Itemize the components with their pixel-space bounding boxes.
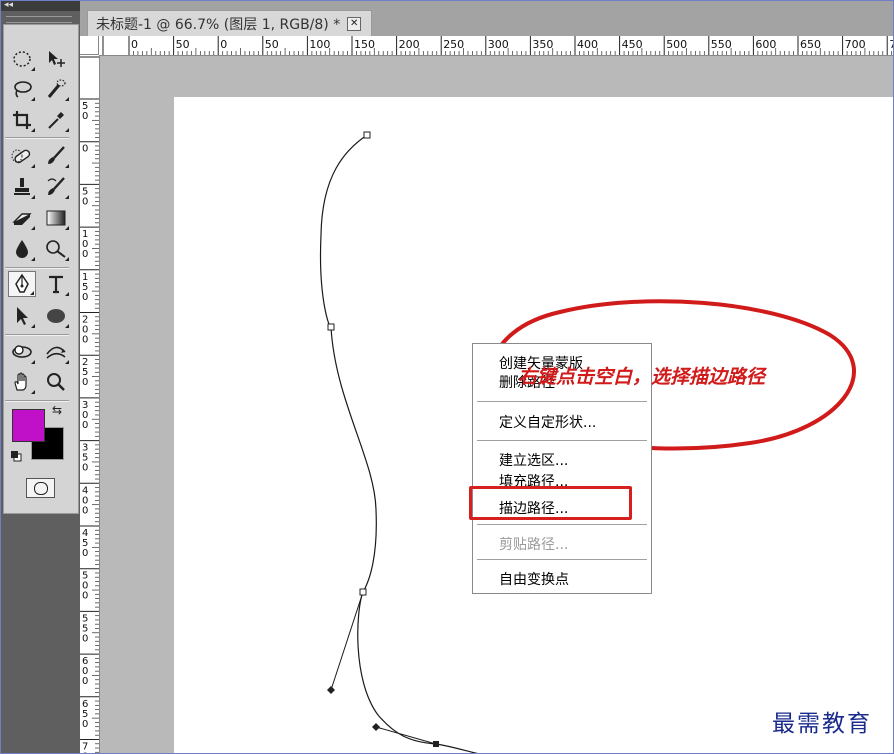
ruler-label: 0 bbox=[82, 676, 88, 687]
ruler-label: 0 bbox=[82, 505, 88, 516]
move-tool[interactable] bbox=[42, 46, 70, 72]
eyedropper-tool[interactable] bbox=[42, 107, 70, 133]
ruler-label: 650 bbox=[800, 38, 821, 51]
stroke-path-highlight bbox=[469, 486, 632, 520]
3d-orbit-tool[interactable] bbox=[42, 339, 70, 365]
eraser-tool[interactable] bbox=[8, 205, 36, 231]
ruler-label: 0 bbox=[82, 292, 88, 303]
ruler-label: 350 bbox=[532, 38, 553, 51]
gradient-tool[interactable] bbox=[42, 205, 70, 231]
blur-tool[interactable] bbox=[8, 236, 36, 262]
ruler-label: 600 bbox=[755, 38, 776, 51]
hand-tool[interactable] bbox=[8, 369, 36, 395]
menu-separator bbox=[477, 401, 647, 402]
ruler-label: 700 bbox=[845, 38, 866, 51]
zoom-tool[interactable] bbox=[42, 369, 70, 395]
ruler-label: 150 bbox=[354, 38, 375, 51]
tools-panel-header[interactable]: ◂◂ bbox=[0, 0, 80, 11]
ruler-label: 0 bbox=[82, 633, 88, 644]
ruler-label: 0 bbox=[82, 463, 88, 474]
ruler-label: 0 bbox=[82, 591, 88, 602]
ruler-label: 0 bbox=[82, 144, 88, 155]
ruler-label: 0 bbox=[82, 335, 88, 346]
document-title: 未标题-1 @ 66.7% (图层 1, RGB/8) * bbox=[96, 17, 341, 33]
ruler-label: 50 bbox=[265, 38, 279, 51]
tool-separator bbox=[5, 334, 69, 336]
ruler-label: 300 bbox=[488, 38, 509, 51]
watermark: 最需教育 bbox=[772, 711, 872, 737]
type-tool[interactable] bbox=[42, 271, 70, 297]
ruler-label: 0 bbox=[131, 38, 138, 51]
ruler-label: 0 bbox=[82, 196, 88, 207]
ruler-label: 100 bbox=[309, 38, 330, 51]
close-icon[interactable]: ✕ bbox=[347, 17, 362, 31]
history-brush-tool[interactable] bbox=[42, 174, 70, 200]
ruler-label: 750 bbox=[889, 38, 894, 51]
path-selection-tool[interactable] bbox=[8, 303, 36, 329]
crop-tool[interactable] bbox=[8, 107, 36, 133]
swap-colors-icon[interactable]: ⇆ bbox=[52, 403, 62, 417]
panel-grip[interactable] bbox=[6, 16, 72, 23]
horizontal-ruler[interactable]: 0 50 0 50 100 150 200 250 300 350 400 450 500 550 600 6… bbox=[99, 36, 894, 56]
menu-item-clipping-path: 剪贴路径... bbox=[499, 537, 569, 553]
ruler-label: 250 bbox=[443, 38, 464, 51]
ruler-label: 200 bbox=[399, 38, 420, 51]
dodge-tool[interactable] bbox=[42, 236, 70, 262]
tool-separator bbox=[5, 400, 69, 402]
ruler-label: 0 bbox=[220, 38, 227, 51]
ruler-label: 450 bbox=[622, 38, 643, 51]
quick-mask-icon bbox=[34, 482, 48, 495]
ruler-label: 0 bbox=[82, 548, 88, 559]
tool-separator bbox=[5, 137, 69, 139]
menu-separator bbox=[477, 524, 647, 525]
quick-selection-tool[interactable] bbox=[42, 76, 70, 102]
quick-mask-button[interactable] bbox=[26, 478, 55, 498]
tool-separator bbox=[5, 267, 69, 269]
zoom-icon bbox=[47, 373, 65, 391]
horizontal-ruler-ticks: 0 50 0 50 100 150 200 250 300 350 400 450 500 550 600 6… bbox=[102, 36, 894, 55]
ruler-label: 500 bbox=[666, 38, 687, 51]
pen-tool[interactable] bbox=[8, 271, 36, 297]
tools-panel: ◂◂ ⇆ bbox=[0, 0, 80, 754]
3d-rotate-tool[interactable] bbox=[8, 339, 36, 365]
vertical-ruler-ticks: 5005010015020025030035040045050055060065… bbox=[80, 56, 99, 754]
vertical-ruler[interactable]: 5005010015020025030035040045050055060065… bbox=[80, 55, 100, 754]
ruler-label: 0 bbox=[82, 249, 88, 260]
foreground-color-swatch[interactable] bbox=[12, 409, 45, 442]
ruler-label: 0 bbox=[82, 111, 88, 122]
document-tab[interactable]: 未标题-1 @ 66.7% (图层 1, RGB/8) * ✕ bbox=[87, 10, 373, 37]
ruler-label: 0 bbox=[82, 420, 88, 431]
default-colors-icon[interactable] bbox=[10, 450, 22, 462]
menu-item-define-custom-shape[interactable]: 定义自定形状... bbox=[499, 412, 596, 432]
ruler-label: 550 bbox=[711, 38, 732, 51]
ruler-origin[interactable] bbox=[80, 36, 99, 55]
ruler-label: 50 bbox=[176, 38, 190, 51]
ellipse-tool[interactable] bbox=[42, 303, 70, 329]
callout-text: 右键点击空白，选择描边路径 bbox=[518, 366, 766, 388]
menu-item-free-transform-points[interactable]: 自由变换点 bbox=[499, 569, 569, 589]
marquee-tool[interactable] bbox=[8, 46, 36, 72]
spot-healing-tool[interactable] bbox=[8, 143, 36, 169]
document-tab-bar: 未标题-1 @ 66.7% (图层 1, RGB/8) * ✕ bbox=[80, 0, 894, 37]
menu-separator bbox=[477, 559, 647, 560]
clone-stamp-tool[interactable] bbox=[8, 174, 36, 200]
lasso-tool[interactable] bbox=[8, 76, 36, 102]
ruler-label: 0 bbox=[82, 719, 88, 730]
ruler-label: 400 bbox=[577, 38, 598, 51]
brush-tool[interactable] bbox=[42, 143, 70, 169]
menu-separator bbox=[477, 440, 647, 441]
ruler-label: 0 bbox=[82, 377, 88, 388]
menu-item-make-selection[interactable]: 建立选区... bbox=[499, 450, 568, 470]
move-icon bbox=[49, 51, 65, 67]
collapse-icon[interactable]: ◂◂ bbox=[4, 0, 13, 11]
